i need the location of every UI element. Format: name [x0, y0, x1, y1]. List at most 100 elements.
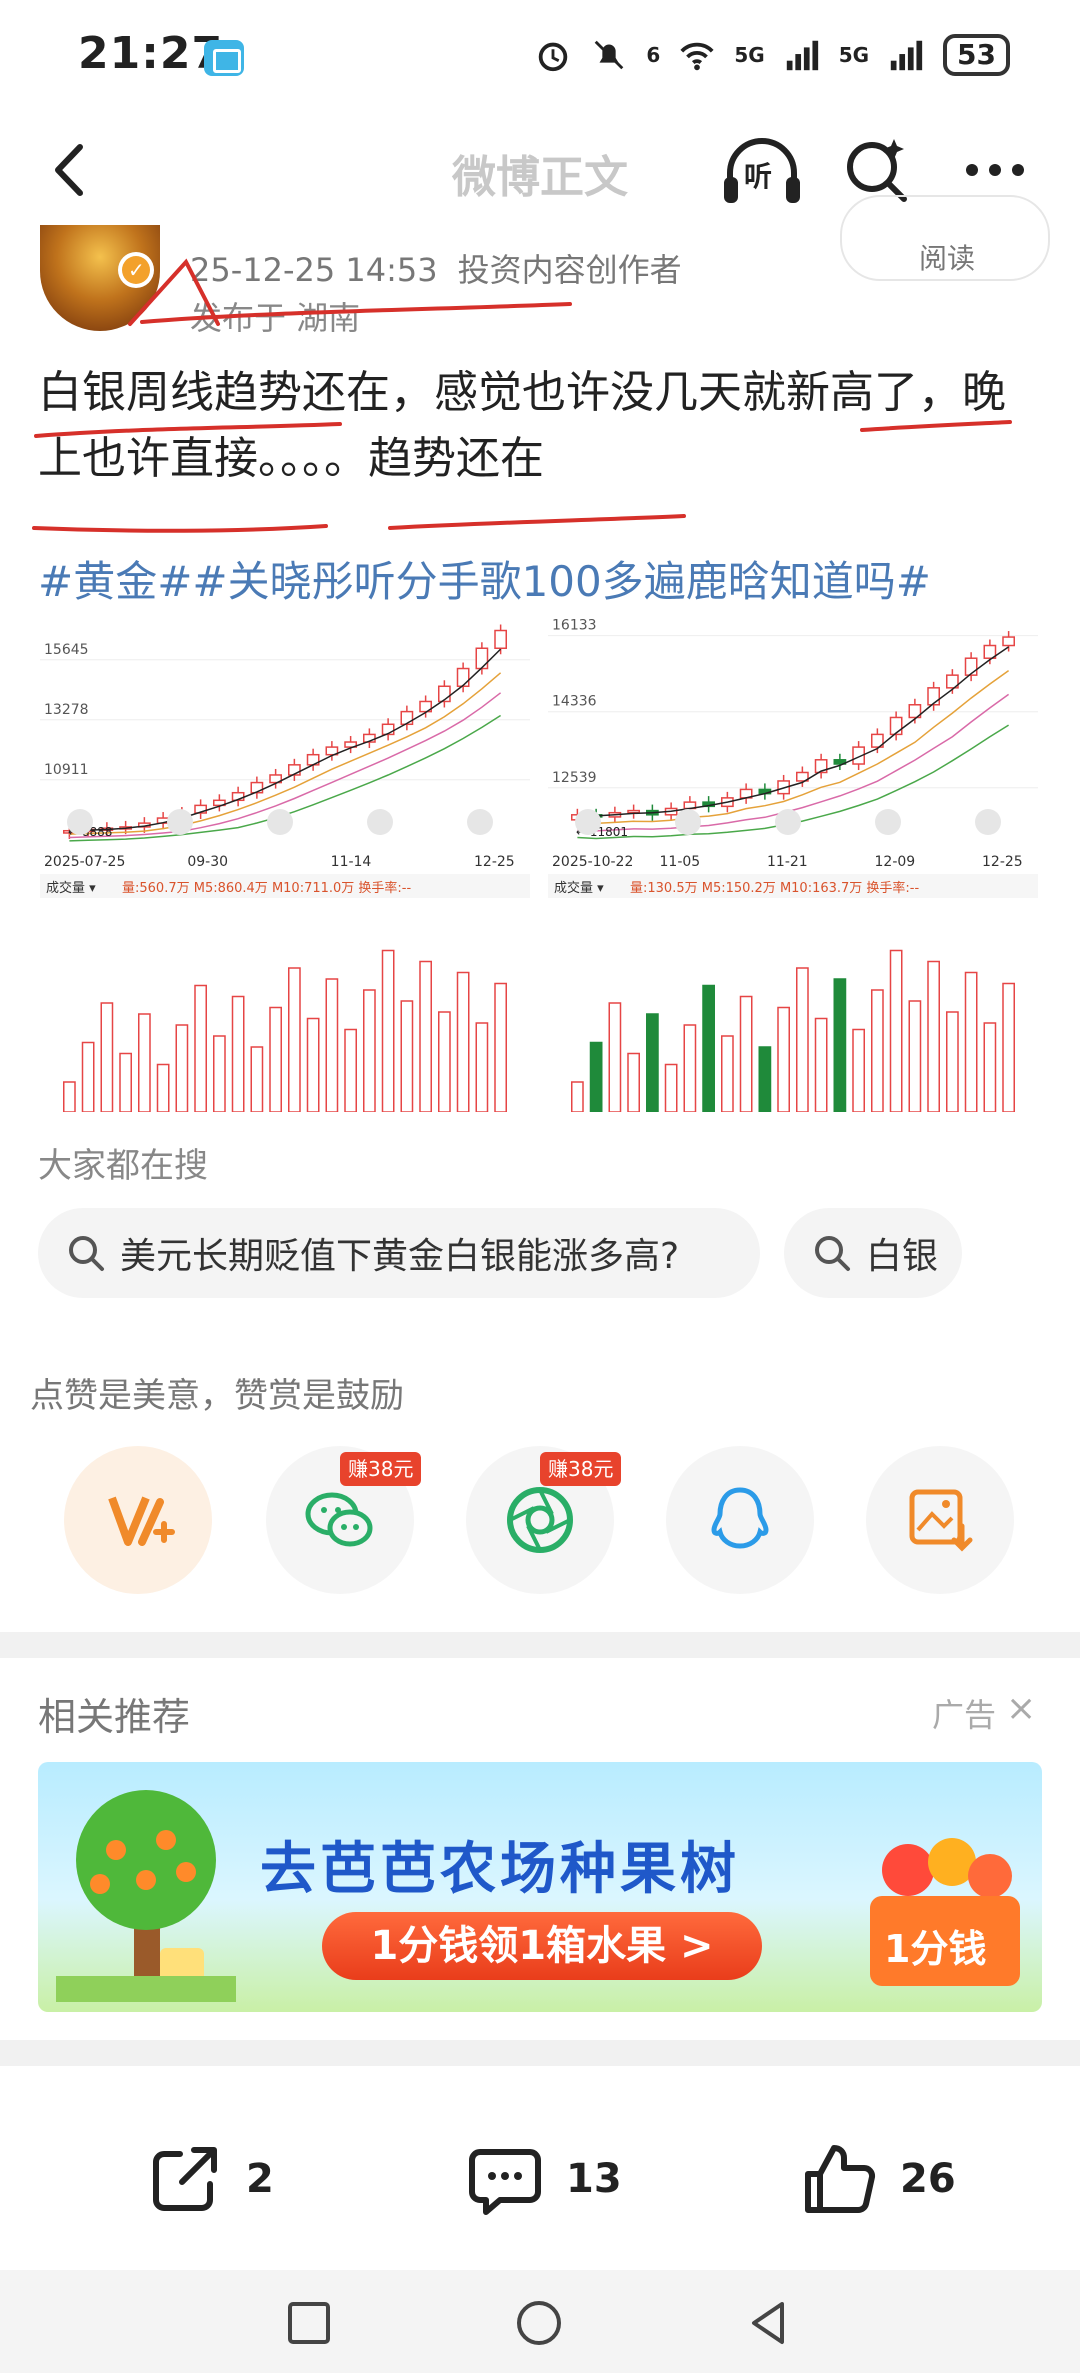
annotation-underline	[388, 514, 686, 530]
ad-banner[interactable]: 去芭芭农场种果树 1分钱领1箱水果 > 1分钱	[38, 1762, 1042, 2012]
more-icon[interactable]	[960, 145, 1030, 195]
volume-bar	[438, 1011, 451, 1112]
volume-bar	[250, 1046, 264, 1112]
candle	[889, 716, 903, 736]
hashtag-link[interactable]: #黄金##关晓彤听分手歌100多遍鹿晗知道吗#	[38, 548, 931, 609]
like-action[interactable]: 26	[800, 2140, 956, 2218]
volume-bar	[946, 1011, 959, 1112]
chart-image-left[interactable]: 15645 13278 10911 ← 8888 2025-07-25 09-30 11-1…	[40, 612, 530, 1112]
signal-bars-icon	[786, 40, 818, 71]
volume-bar	[983, 1022, 997, 1112]
x-tick-label: 12-25	[474, 854, 515, 870]
x-tick-label: 2025-10-22	[552, 854, 633, 870]
volume-bar	[344, 1028, 357, 1112]
post-meta: 25-12-25 14:53 投资内容创作者	[190, 245, 682, 291]
search-suggestion-text: 白银	[866, 1236, 939, 1277]
reward-button[interactable]	[64, 1446, 212, 1594]
bottom-action-bar: 2 13 26	[0, 2080, 1080, 2270]
volume-bar	[456, 971, 470, 1112]
volume-bar	[871, 989, 884, 1112]
search-suggestion-text: 美元长期贬值下黄金白银能涨多高?	[120, 1236, 680, 1277]
status-bar: 21:27 6 5G 5G 53	[0, 0, 1080, 120]
chart-scroll-left-icon	[267, 809, 293, 835]
candle	[475, 647, 489, 670]
volume-stats: 量:560.7万 M5:860.4万 M10:711.0万 换手率:--	[122, 880, 412, 896]
volume-bar	[777, 1006, 790, 1112]
comment-count: 13	[566, 2156, 622, 2202]
volume-bar	[400, 1000, 414, 1112]
volume-bar	[964, 971, 978, 1112]
chart-zoom-in-icon	[675, 809, 701, 835]
save-image-button[interactable]	[866, 1446, 1014, 1594]
search-icon	[69, 1236, 104, 1271]
post-body: 白银周线趋势还在，感觉也许没几天就新高了，晚上也许直接。。。。趋势还在	[38, 367, 1006, 484]
volume-bar	[721, 1035, 734, 1112]
volume-bar	[475, 1022, 489, 1112]
volume-stats: 量:130.5万 M5:150.2万 M10:163.7万 换手率:--	[630, 880, 920, 896]
recommend-title: 相关推荐	[38, 1695, 191, 1739]
read-count-button[interactable]: 阅读	[840, 195, 1050, 281]
qq-icon	[711, 1487, 769, 1549]
chart-scroll-right-icon	[367, 809, 393, 835]
candle	[400, 710, 414, 726]
annotation-underline	[32, 524, 328, 533]
volume-bar	[908, 1000, 922, 1112]
verified-check-icon: ✓	[128, 258, 145, 282]
volume-bar	[119, 1052, 132, 1112]
volume-bar	[381, 949, 395, 1112]
search-suggestion-pill[interactable]: 白银	[784, 1208, 962, 1298]
battery-indicator: 53	[943, 34, 1010, 76]
chart-scroll-left-icon	[775, 809, 801, 835]
candle	[1002, 636, 1015, 647]
search-icon	[815, 1236, 850, 1271]
post-timestamp: 25-12-25 14:53	[190, 251, 438, 289]
moments-icon	[507, 1487, 573, 1553]
share-action[interactable]: 2	[146, 2140, 274, 2218]
volume-bar	[269, 1006, 282, 1112]
volume-bar	[796, 967, 809, 1112]
chart-image-right[interactable]: 16133 14336 12539 ← 11801 2025-10-22 11-05 11-…	[548, 612, 1038, 1112]
recent-apps-icon[interactable]	[282, 2296, 336, 2350]
x-tick-label: 12-09	[875, 854, 916, 870]
listen-label[interactable]: 听	[744, 155, 772, 195]
volume-bar	[833, 978, 847, 1112]
wifi-badge: 6	[646, 43, 661, 67]
y-tick-label: 10911	[44, 762, 89, 778]
volume-bar	[702, 984, 715, 1112]
y-tick-label: 14336	[552, 694, 597, 710]
x-tick-label: 11-14	[331, 854, 372, 870]
y-tick-label: 15645	[44, 642, 89, 658]
ad-close-icon[interactable]: ×	[1006, 1688, 1036, 1729]
moving-average-line	[577, 669, 1010, 825]
volume-bar	[175, 1024, 189, 1112]
chart-right-svg: 161331433612539← 118012025-10-22 11-05 11-…	[548, 618, 1038, 1112]
volume-bar	[739, 995, 753, 1112]
moving-average-line	[69, 648, 502, 832]
section-divider	[0, 1632, 1080, 1658]
x-tick-label: 11-05	[660, 854, 701, 870]
volume-bar	[814, 1017, 828, 1112]
x-tick-label: 2025-07-25	[44, 854, 125, 870]
read-count-label: 阅读	[918, 242, 975, 275]
share-qq-button[interactable]	[666, 1446, 814, 1594]
chart-zoom-in-icon	[167, 809, 193, 835]
volume-bar	[683, 1024, 697, 1112]
volume-bar	[81, 1041, 95, 1112]
search-suggestion-pill[interactable]: 美元长期贬值下黄金白银能涨多高?	[38, 1208, 760, 1298]
y-tick-label: 13278	[44, 702, 89, 718]
volume-bar	[63, 1081, 76, 1112]
section-divider	[0, 2040, 1080, 2066]
fruit-tree-icon	[56, 1790, 236, 2002]
comment-action[interactable]: 13	[466, 2140, 622, 2218]
back-triangle-icon[interactable]	[742, 2296, 796, 2350]
chart-fullscreen-icon	[975, 809, 1001, 835]
volume-bar	[419, 960, 432, 1112]
volume-bar	[213, 1035, 226, 1112]
signal-type-1: 5G	[734, 43, 765, 67]
earn-badge: 赚38元	[340, 1452, 422, 1486]
ad-cta-button[interactable]: 1分钱领1箱水果 >	[322, 1912, 762, 1980]
volume-bar	[589, 1041, 603, 1112]
volume-bar	[608, 1002, 622, 1112]
thumbs-up-icon	[805, 2145, 876, 2213]
home-icon[interactable]	[512, 2296, 566, 2350]
